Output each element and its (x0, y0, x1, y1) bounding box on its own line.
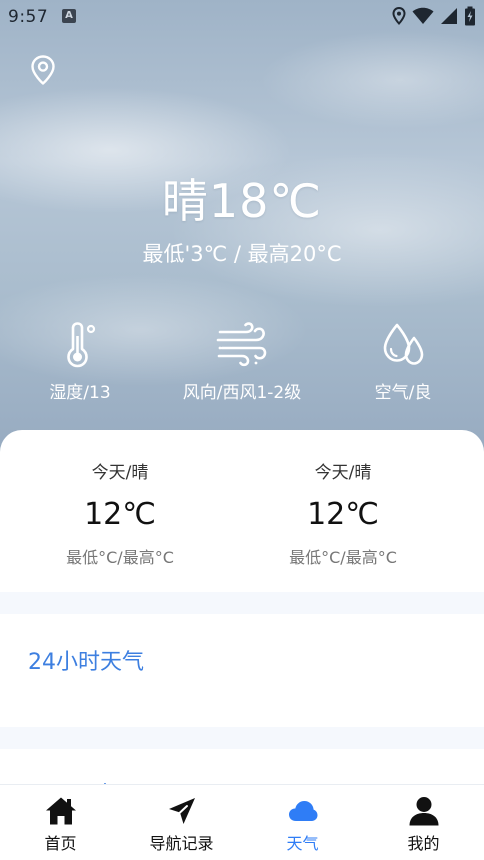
status-bar: 9:57 A (0, 0, 484, 34)
status-icons (392, 6, 476, 26)
day-temp-range: 最低°C/最高°C (66, 548, 174, 567)
tab-home[interactable]: 首页 (0, 785, 121, 860)
tab-label: 导航记录 (149, 834, 214, 853)
wind-icon (216, 322, 267, 367)
hourly-weather-title: 24小时天气 (28, 650, 144, 675)
hourly-weather-section: 24小时天气 (0, 614, 484, 727)
metric-wind: 风向/西风1-2级 (162, 322, 322, 403)
day-summary-second: 今天/晴 12℃ 最低°C/最高°C (243, 458, 443, 568)
daily-summary-card: 今天/晴 12℃ 最低°C/最高°C 今天/晴 12℃ 最低°C/最高°C (0, 430, 484, 592)
tab-label: 首页 (44, 834, 77, 853)
day-summary-today: 今天/晴 12℃ 最低°C/最高°C (20, 458, 220, 568)
home-icon (45, 797, 76, 825)
tab-label: 我的 (407, 834, 440, 853)
metric-air-label: 空气/良 (374, 383, 432, 403)
tab-profile[interactable]: 我的 (363, 785, 484, 860)
metric-humidity-label: 湿度/13 (49, 383, 111, 403)
person-icon (409, 797, 438, 826)
metric-wind-label: 风向/西风1-2级 (182, 383, 302, 403)
location-status-icon (392, 7, 406, 25)
current-temp-range: 最低'3℃ / 最高20°C (142, 242, 342, 266)
navigation-icon (168, 798, 195, 824)
status-time: 9:57 (8, 7, 49, 27)
app-notification-icon: A (62, 9, 76, 23)
thermometer-icon (67, 322, 96, 368)
tab-label: 天气 (286, 834, 319, 853)
tab-weather[interactable]: 天气 (242, 785, 363, 860)
drops-icon (383, 323, 424, 365)
current-weather: 晴18℃ (161, 174, 323, 228)
location-pin-icon[interactable] (28, 54, 58, 86)
day-heading: 今天/晴 (314, 463, 372, 483)
metric-humidity: 湿度/13 (0, 322, 160, 403)
tab-navigation-records[interactable]: 导航记录 (121, 785, 242, 860)
day-temperature: 12℃ (84, 497, 156, 532)
cloud-icon (288, 801, 317, 821)
forecast-section: 15日预报 (0, 749, 484, 789)
day-temperature: 12℃ (307, 497, 379, 532)
wifi-icon (412, 7, 434, 24)
battery-icon (465, 6, 475, 26)
bottom-tab-bar: 首页 导航记录 天气 我的 (0, 784, 484, 860)
signal-icon (441, 8, 457, 24)
day-temp-range: 最低°C/最高°C (289, 548, 397, 567)
day-heading: 今天/晴 (91, 463, 149, 483)
metric-air: 空气/良 (323, 322, 483, 403)
